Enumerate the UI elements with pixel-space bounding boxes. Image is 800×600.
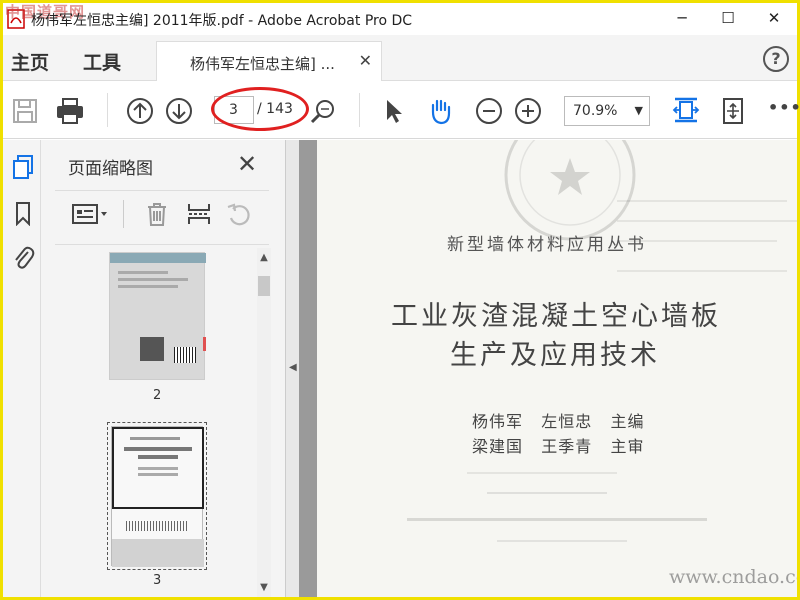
fit-page-icon[interactable]	[669, 93, 703, 127]
tab-home[interactable]: 主页	[11, 48, 49, 75]
previous-page-icon[interactable]	[124, 95, 156, 127]
attachment-icon[interactable]	[11, 244, 35, 270]
text-line	[118, 278, 188, 281]
tab-bar: 主页 工具 杨伟军左恒忠主编] ... ✕ ?	[3, 35, 797, 81]
book-title-line-1: 工业灰渣混凝土空心墙板	[391, 301, 721, 332]
text-line	[138, 473, 178, 476]
authors-line-2: 梁建国 王季青 主审	[472, 437, 645, 456]
scrollbar-thumb[interactable]	[258, 276, 270, 296]
save-icon[interactable]	[9, 95, 41, 127]
next-page-icon[interactable]	[163, 95, 195, 127]
hand-tool-icon[interactable]	[424, 95, 456, 127]
tab-document[interactable]: 杨伟军左恒忠主编] ... ✕	[156, 41, 382, 81]
thumbnails-scrollbar[interactable]: ▲ ▼	[257, 248, 271, 597]
page-thumbnails-icon[interactable]	[11, 154, 35, 180]
book-title-line-2: 生产及应用技术	[450, 340, 660, 371]
thumbnail-page-3[interactable]	[111, 426, 204, 567]
zoom-level-select[interactable]: 70.9% ▼	[564, 96, 650, 126]
text-line	[138, 467, 178, 470]
toolbar-divider	[359, 93, 360, 127]
show-through-line	[487, 492, 607, 494]
collapse-panel-icon[interactable]: ◀	[289, 362, 297, 373]
thumbnail-page-number: 2	[153, 388, 162, 403]
panel-title: 页面缩略图	[68, 159, 153, 179]
print-icon[interactable]	[54, 95, 86, 127]
site-watermark-url: www.cndao.com	[669, 566, 797, 588]
toolbar-divider	[107, 93, 108, 127]
text-line	[124, 447, 192, 451]
close-window-button[interactable]: ✕	[751, 3, 797, 35]
chevron-down-icon: ▼	[634, 104, 643, 117]
close-tab-icon[interactable]: ✕	[359, 51, 372, 70]
panel-splitter[interactable]: ◀	[285, 140, 299, 597]
document-view[interactable]: 新型墙体材料应用丛书 工业灰渣混凝土空心墙板 生产及应用技术 杨伟军 左恒忠 主…	[299, 140, 797, 597]
thumbnail-page-2[interactable]	[109, 252, 206, 380]
zoom-search-icon[interactable]	[307, 95, 339, 127]
barcode	[126, 521, 188, 531]
text-line	[118, 285, 178, 288]
show-through-line	[617, 220, 797, 222]
full-screen-icon[interactable]	[717, 95, 749, 127]
close-panel-icon[interactable]: ✕	[237, 150, 257, 178]
document-page: 新型墙体材料应用丛书 工业灰渣混凝土空心墙板 生产及应用技术 杨伟军 左恒忠 主…	[317, 140, 797, 597]
thumbnail-footer-band	[112, 539, 204, 567]
zoom-in-icon[interactable]	[512, 95, 544, 127]
minimize-button[interactable]: ─	[659, 3, 705, 35]
barcode	[174, 347, 196, 363]
red-annotation-circle	[211, 87, 309, 131]
show-through-line	[617, 200, 787, 202]
thumbnail-options-icon[interactable]	[71, 200, 111, 228]
zoom-out-icon[interactable]	[473, 95, 505, 127]
rotate-icon[interactable]	[225, 200, 253, 228]
panel-divider	[55, 190, 269, 191]
show-through-line	[407, 518, 707, 521]
thumbnail-edge-mark	[203, 337, 206, 351]
insert-pages-icon[interactable]	[185, 200, 213, 228]
main-toolbar: 3 / 143 70.9% ▼ •••	[3, 81, 800, 139]
show-through-line	[497, 540, 627, 542]
select-arrow-icon[interactable]	[378, 95, 410, 127]
authors-line-1: 杨伟军 左恒忠 主编	[472, 412, 645, 431]
text-line	[138, 455, 178, 459]
series-title: 新型墙体材料应用丛书	[447, 235, 647, 255]
thumbnail-header-band	[110, 253, 206, 263]
show-through-line	[467, 472, 617, 474]
thumbnails-list: 2 3	[55, 248, 255, 597]
title-bar: 中国道哥网 杨伟军左恒忠主编] 2011年版.pdf - Adobe Acrob…	[3, 3, 797, 35]
panel-tool-divider	[123, 200, 124, 228]
tab-tools[interactable]: 工具	[83, 48, 121, 75]
bookmark-icon[interactable]	[11, 200, 35, 226]
text-line	[118, 271, 168, 274]
thumbnail-page-number: 3	[153, 573, 162, 588]
maximize-button[interactable]: ☐	[705, 3, 751, 35]
page-thumbnails-panel: 页面缩略图 ✕ 2 3 ▲ ▼	[41, 140, 285, 597]
scroll-down-icon[interactable]: ▼	[257, 582, 271, 593]
scroll-up-icon[interactable]: ▲	[257, 252, 271, 263]
text-line	[130, 437, 180, 440]
left-navigation-strip	[3, 140, 41, 597]
zoom-level-value: 70.9%	[573, 103, 618, 119]
qr-code	[140, 337, 164, 361]
document-tab-label: 杨伟军左恒忠主编] ...	[190, 55, 335, 73]
more-options-icon[interactable]: •••	[768, 98, 800, 117]
help-icon[interactable]: ?	[763, 46, 789, 72]
show-through-line	[617, 270, 787, 272]
delete-icon[interactable]	[143, 200, 171, 228]
panel-divider	[55, 244, 269, 245]
window-title: 杨伟军左恒忠主编] 2011年版.pdf - Adobe Acrobat Pro…	[31, 13, 413, 29]
